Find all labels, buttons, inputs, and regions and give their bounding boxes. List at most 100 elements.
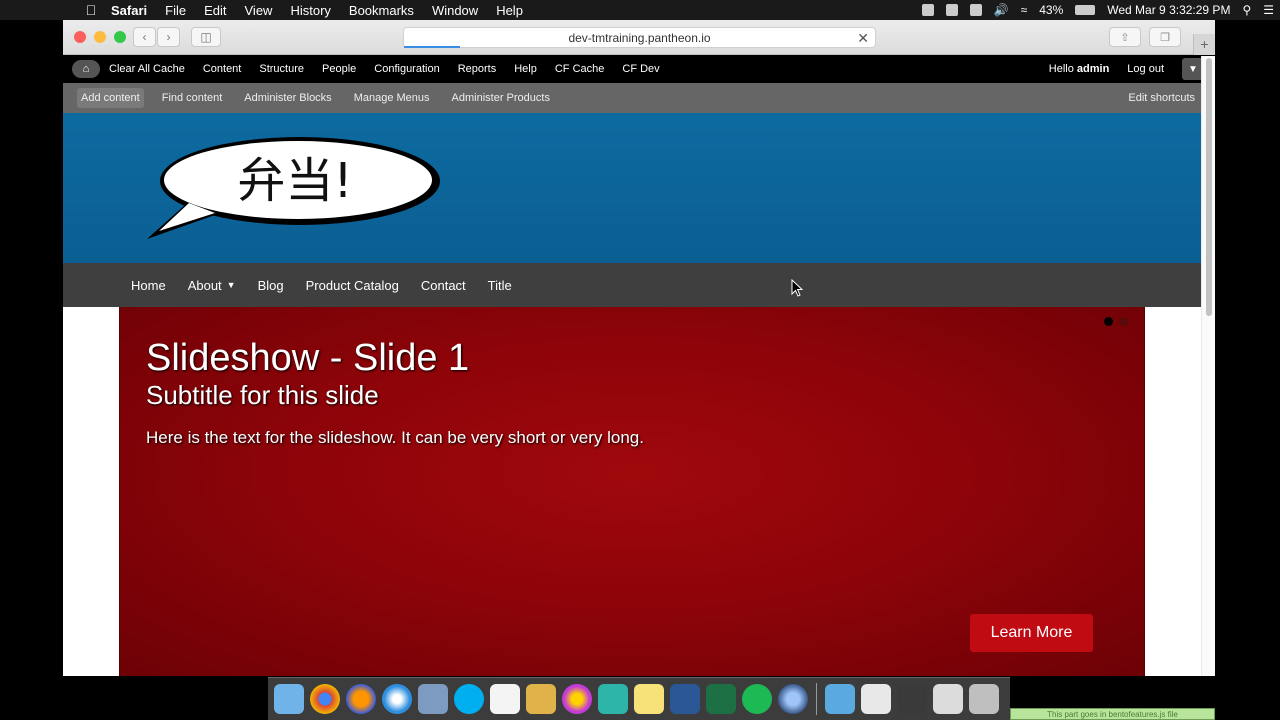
- address-bar[interactable]: dev-tmtraining.pantheon.io ✕: [403, 27, 876, 48]
- dock-separator: [816, 683, 817, 715]
- browser-toolbar: ‹ › ◫ dev-tmtraining.pantheon.io ✕ ⇧ ❐ +: [63, 20, 1215, 55]
- hello-prefix: Hello: [1048, 63, 1077, 75]
- nav-about-label: About: [187, 277, 222, 293]
- hello-user: Hello admin: [1049, 63, 1110, 75]
- username[interactable]: admin: [1077, 63, 1109, 75]
- wifi-icon[interactable]: ≈: [1021, 3, 1028, 17]
- record-status-icon[interactable]: [921, 4, 934, 16]
- macos-dock: [268, 677, 1010, 720]
- stickies-icon[interactable]: [634, 684, 664, 714]
- menu-view[interactable]: View: [236, 3, 282, 18]
- slide-body-text: Here is the text for the slideshow. It c…: [146, 428, 644, 447]
- shortcuts-bar: Add content Find content Administer Bloc…: [63, 83, 1215, 113]
- downloads-folder-icon[interactable]: [825, 684, 855, 714]
- menu-help[interactable]: Help: [487, 3, 532, 18]
- preview-icon[interactable]: [418, 684, 448, 714]
- admin-toolbar: ⌂ Clear All Cache Content Structure Peop…: [63, 55, 1215, 83]
- nav-about[interactable]: About ▼: [188, 278, 236, 293]
- browser-app-icon[interactable]: [778, 684, 808, 714]
- flower-app-icon[interactable]: [562, 684, 592, 714]
- admin-help[interactable]: Help: [514, 63, 537, 75]
- admin-content[interactable]: Content: [203, 63, 242, 75]
- slide-title: Slideshow - Slide 1: [146, 337, 470, 379]
- finder-icon[interactable]: [274, 684, 304, 714]
- spotify-icon[interactable]: [742, 684, 772, 714]
- mouse-cursor-icon: [791, 279, 803, 297]
- spotlight-search-icon[interactable]: ⚲: [1242, 3, 1251, 17]
- calendar-icon[interactable]: [490, 684, 520, 714]
- battery-percent: 43%: [1039, 3, 1064, 17]
- word-icon[interactable]: [670, 684, 700, 714]
- nav-home[interactable]: Home: [131, 278, 166, 293]
- admin-cf-dev[interactable]: CF Dev: [622, 63, 659, 75]
- safari-window: ‹ › ◫ dev-tmtraining.pantheon.io ✕ ⇧ ❐ +…: [63, 20, 1215, 676]
- nav-contact[interactable]: Contact: [421, 278, 466, 293]
- shortcut-find-content[interactable]: Find content: [158, 88, 227, 108]
- menu-history[interactable]: History: [281, 3, 339, 18]
- learn-more-button[interactable]: Learn More: [970, 614, 1093, 652]
- terminal-window-icon[interactable]: [897, 684, 927, 714]
- show-tabs-icon[interactable]: ❐: [1149, 27, 1181, 47]
- excel-icon[interactable]: [706, 684, 736, 714]
- sidebar-toggle-icon[interactable]: ◫: [191, 27, 221, 47]
- nav-blog[interactable]: Blog: [258, 278, 284, 293]
- nav-product-catalog[interactable]: Product Catalog: [306, 278, 399, 293]
- minimize-window-button[interactable]: [94, 31, 106, 43]
- shortcut-manage-menus[interactable]: Manage Menus: [350, 88, 434, 108]
- safari-icon[interactable]: [382, 684, 412, 714]
- admin-structure[interactable]: Structure: [259, 63, 304, 75]
- dropbox-icon[interactable]: [945, 4, 958, 16]
- menu-bookmarks[interactable]: Bookmarks: [340, 3, 423, 18]
- document-stack-icon[interactable]: [861, 684, 891, 714]
- volume-icon[interactable]: 🔊: [994, 3, 1009, 17]
- admin-configuration[interactable]: Configuration: [374, 63, 439, 75]
- slide-pager: [1098, 317, 1128, 326]
- m-app-icon[interactable]: [598, 684, 628, 714]
- home-icon[interactable]: ⌂: [72, 60, 100, 78]
- share-icon[interactable]: ⇧: [1109, 27, 1141, 47]
- chevron-down-icon: ▼: [226, 280, 236, 290]
- menu-window[interactable]: Window: [423, 3, 487, 18]
- admin-cf-cache[interactable]: CF Cache: [555, 63, 605, 75]
- notification-center-icon[interactable]: ☰: [1263, 3, 1274, 17]
- chrome-icon[interactable]: [310, 684, 340, 714]
- trash-icon[interactable]: [969, 684, 999, 714]
- slideshow: Slideshow - Slide 1 Subtitle for this sl…: [119, 307, 1145, 676]
- shortcut-add-content[interactable]: Add content: [77, 88, 144, 108]
- clock[interactable]: Wed Mar 9 3:32:29 PM: [1107, 3, 1230, 17]
- scrollbar-thumb[interactable]: [1206, 58, 1212, 316]
- admin-people[interactable]: People: [322, 63, 356, 75]
- battery-icon[interactable]: [1075, 5, 1096, 15]
- logout-link[interactable]: Log out: [1127, 63, 1164, 75]
- admin-clear-all-cache[interactable]: Clear All Cache: [109, 63, 185, 75]
- page-load-progress: [404, 46, 460, 48]
- back-button[interactable]: ‹: [133, 27, 156, 47]
- apple-menu-icon[interactable]: : [80, 2, 102, 18]
- slide-dot-active[interactable]: [1104, 317, 1113, 326]
- menu-file[interactable]: File: [156, 3, 195, 18]
- close-window-button[interactable]: [74, 31, 86, 43]
- new-tab-button[interactable]: +: [1193, 34, 1215, 55]
- stop-loading-icon[interactable]: ✕: [857, 30, 869, 47]
- site-logo[interactable]: 弁当!: [145, 133, 445, 248]
- url-text: dev-tmtraining.pantheon.io: [568, 30, 711, 45]
- shortcut-administer-blocks[interactable]: Administer Blocks: [240, 88, 335, 108]
- macos-menu-bar:  Safari File Edit View History Bookmark…: [0, 0, 1280, 20]
- archive-utility-icon[interactable]: [526, 684, 556, 714]
- skype-icon[interactable]: [454, 684, 484, 714]
- airplay-icon[interactable]: [969, 4, 982, 16]
- zoom-window-button[interactable]: [114, 31, 126, 43]
- firefox-icon[interactable]: [346, 684, 376, 714]
- shortcut-administer-products[interactable]: Administer Products: [448, 88, 554, 108]
- admin-reports[interactable]: Reports: [458, 63, 497, 75]
- logo-text: 弁当!: [237, 153, 352, 209]
- page-scrollbar[interactable]: [1201, 56, 1215, 676]
- menu-app-name[interactable]: Safari: [102, 3, 156, 18]
- slide-dot[interactable]: [1119, 317, 1128, 326]
- site-header: 弁当!: [63, 113, 1215, 263]
- forward-button[interactable]: ›: [157, 27, 180, 47]
- edit-shortcuts-link[interactable]: Edit shortcuts: [1128, 92, 1195, 104]
- menu-edit[interactable]: Edit: [195, 3, 235, 18]
- nav-title[interactable]: Title: [488, 278, 512, 293]
- chrome-window-icon[interactable]: [933, 684, 963, 714]
